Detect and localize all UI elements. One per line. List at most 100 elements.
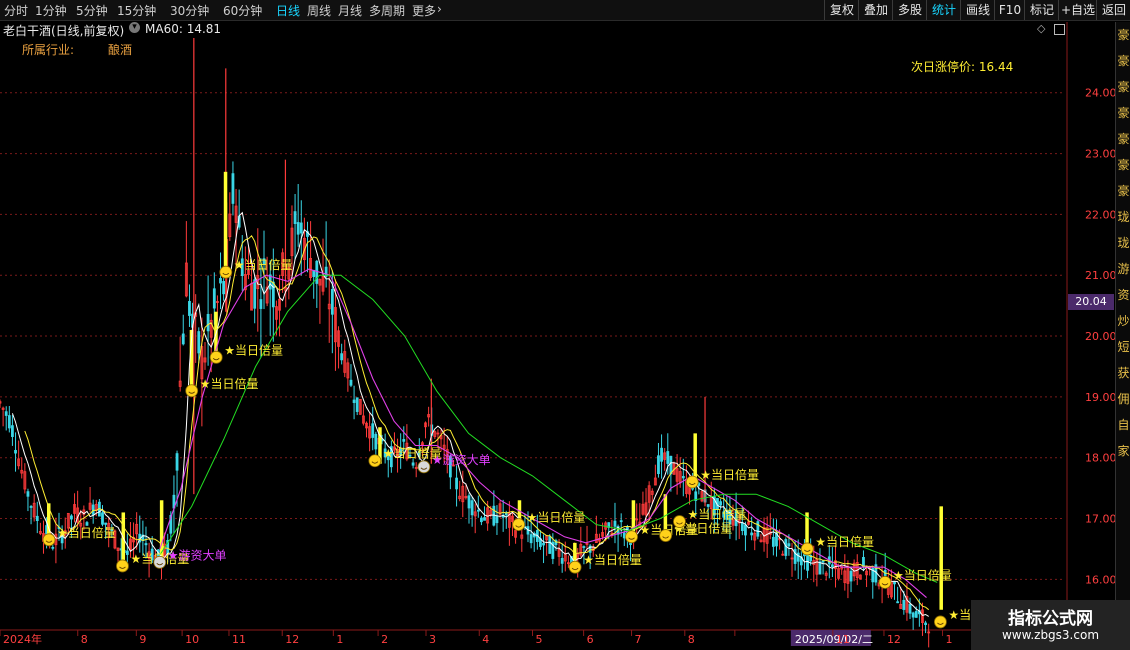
smiley-icon <box>368 454 382 468</box>
candle-body <box>352 399 356 403</box>
y-tick-label: 18.00 <box>1085 452 1115 465</box>
candle-body <box>796 552 800 562</box>
candle-body <box>91 504 95 515</box>
signal-label: ★当日倍量 <box>57 525 116 540</box>
x-tick-label: 2 <box>381 633 388 646</box>
candle-body <box>35 515 39 521</box>
concept-cell: 豪 <box>1117 80 1130 94</box>
watermark-url: www.zbgs3.com <box>1001 628 1100 642</box>
signal-label: ★当日倍量 <box>700 467 759 482</box>
candle-body <box>483 517 486 521</box>
candle-body <box>911 612 915 618</box>
candle-body <box>849 570 853 582</box>
signal-label: ★当日倍量 <box>583 552 642 567</box>
watermark: 指标公式网 www.zbgs3.com <box>971 600 1130 650</box>
smiley-icon <box>659 529 673 542</box>
x-tick-label: 8 <box>81 633 88 646</box>
concept-cell: 豪 <box>1117 28 1130 42</box>
x-tick-label: 7 <box>635 633 642 646</box>
y-tick-label: 19.00 <box>1085 391 1115 404</box>
candle-body <box>666 451 670 464</box>
y-tick-label: 24.00 <box>1085 87 1115 100</box>
candle-body <box>219 278 222 284</box>
candle-body <box>355 397 359 412</box>
concept-cell: 豪 <box>1117 158 1130 172</box>
candle-body <box>26 491 30 497</box>
industry-label: 所属行业: <box>22 43 75 57</box>
candle-body <box>455 477 458 490</box>
price-chart[interactable]: 16.00 17.00 18.00 19.00 20.00 21.00 22.00 23.00… <box>0 0 1115 650</box>
volume-signal[interactable]: ★当日倍量 <box>209 342 283 364</box>
candle-body <box>495 515 499 524</box>
candle-body <box>821 560 825 563</box>
candle-body <box>349 379 353 386</box>
candle-body <box>744 524 747 536</box>
concept-cell: 珑 <box>1117 236 1130 250</box>
candle-body <box>104 522 108 525</box>
candle-body <box>908 603 912 614</box>
candle-body <box>622 532 626 539</box>
coin-icon <box>153 555 167 569</box>
candle-body <box>750 532 754 536</box>
watermark-title: 指标公式网 <box>1008 609 1093 629</box>
signal-label: ★当日倍量 <box>200 376 259 391</box>
signal-label: ★当日倍量 <box>815 534 874 549</box>
candle-body <box>771 536 775 547</box>
x-tick-label: 4 <box>482 633 489 646</box>
candle-body <box>315 260 319 284</box>
x-tick-label: 1 <box>946 633 953 646</box>
candle-body <box>467 495 471 509</box>
coin-icon <box>417 460 431 474</box>
smiley-icon <box>673 515 686 528</box>
window-toggle-icon[interactable] <box>1054 24 1065 35</box>
x-tick-label: 11 <box>836 633 850 646</box>
volume-spike-bar <box>693 433 697 483</box>
candle-body <box>144 543 148 546</box>
candle-body <box>312 269 316 277</box>
x-tick-label: 12 <box>285 633 299 646</box>
concept-cell: 珑 <box>1117 210 1130 224</box>
smiley-icon <box>219 265 233 279</box>
candle-body <box>619 520 623 523</box>
candle-body <box>231 173 235 204</box>
signal-label: ★游资大单 <box>432 453 491 467</box>
smiley-icon <box>512 518 526 531</box>
smiley-icon <box>209 350 223 364</box>
concept-cell: 资 <box>1117 288 1130 302</box>
candle-body <box>787 543 791 547</box>
candle-body <box>681 476 685 479</box>
candle-body <box>902 599 906 610</box>
signal-label: ★当日倍量 <box>224 342 283 357</box>
x-tick-label: 8 <box>688 633 695 646</box>
candle-body <box>529 534 533 544</box>
candle-body <box>206 313 210 332</box>
candle-body <box>719 501 722 506</box>
candle-body <box>253 279 257 309</box>
candle-body <box>330 289 334 315</box>
x-tick-label: 11 <box>232 633 246 646</box>
candle-body <box>11 425 14 437</box>
candle-body <box>293 211 297 224</box>
candle-body <box>14 449 17 454</box>
candle-body <box>7 415 11 429</box>
current-price-tag: 20.04 <box>1068 294 1114 310</box>
diamond-icon[interactable]: ◇ <box>1037 22 1045 35</box>
candle-body <box>212 288 216 309</box>
concept-cell: 家 <box>1117 444 1130 458</box>
candle-body <box>4 411 8 416</box>
candle-body <box>542 542 545 546</box>
candle-body <box>669 455 673 475</box>
concept-cell: 短 <box>1117 340 1130 354</box>
ma-settings-icon[interactable]: ▾ <box>129 22 140 33</box>
volume-signal[interactable]: ★当日倍量 <box>685 467 759 489</box>
x-tick-label: 9 <box>139 633 146 646</box>
signal-label: ★游资大单 <box>168 548 227 562</box>
candle-body <box>259 299 263 309</box>
limit-up-price: 次日涨停价: 16.44 <box>911 60 1014 74</box>
x-tick-label: 5 <box>536 633 543 646</box>
candle-body <box>101 512 104 525</box>
ma60-label: MA60: 14.81 <box>145 22 222 36</box>
industry-value: 酿酒 <box>108 43 133 57</box>
candle-body <box>125 550 129 555</box>
concept-cell: 豪 <box>1117 132 1130 146</box>
